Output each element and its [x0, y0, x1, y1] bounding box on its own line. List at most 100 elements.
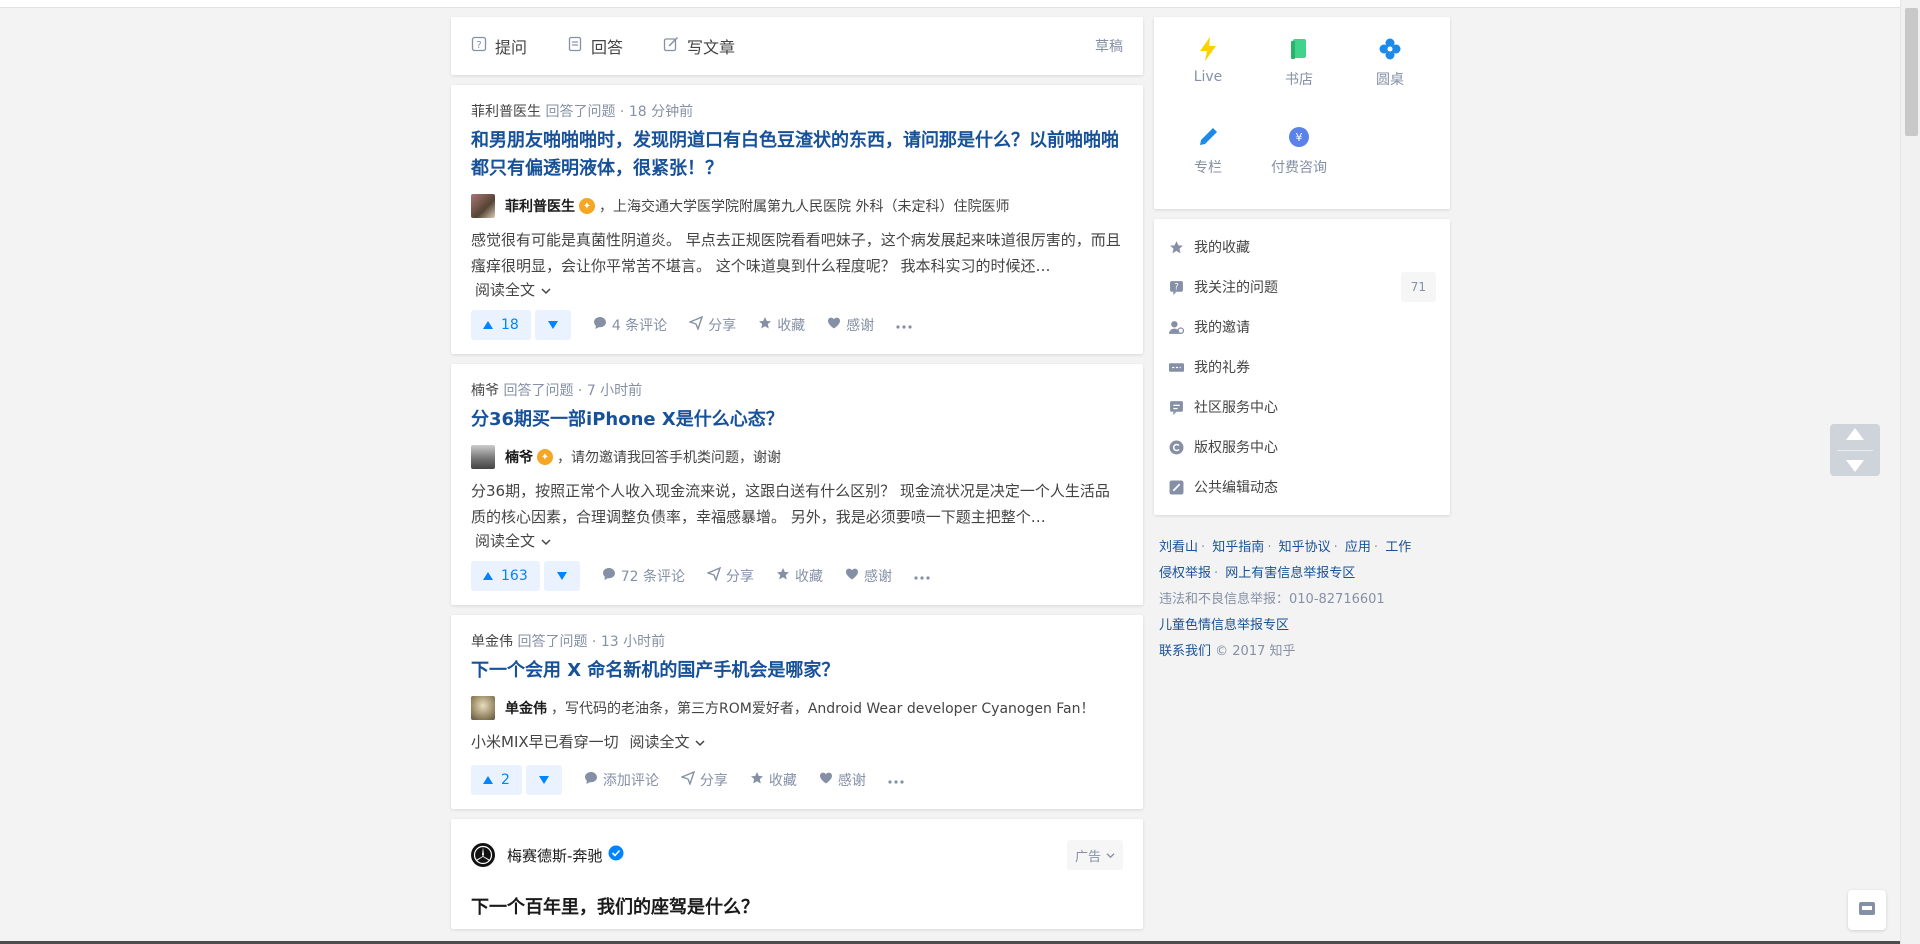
- more-button[interactable]: [896, 317, 917, 333]
- write-article-button[interactable]: 写文章: [663, 34, 735, 58]
- live-entry[interactable]: Live: [1163, 35, 1253, 85]
- feed-item: 菲利普医生 回答了问题 · 18 分钟前 和男朋友啪啪啪时，发现阴道口有白色豆渣…: [451, 85, 1143, 354]
- inbox-icon: [1858, 900, 1876, 920]
- author-name[interactable]: 单金伟: [505, 698, 547, 718]
- menu-item-followed-questions[interactable]: ? 我关注的问题 71: [1154, 267, 1450, 307]
- footer-link[interactable]: 知乎协议: [1279, 540, 1331, 555]
- ad-tag-dropdown[interactable]: 广告: [1066, 840, 1123, 870]
- upvote-button[interactable]: 2: [471, 765, 522, 795]
- feed-meta-user[interactable]: 菲利普医生: [471, 104, 541, 120]
- thanks-label: 感谢: [837, 773, 866, 789]
- comment-button[interactable]: 添加评论: [584, 770, 659, 790]
- share-label: 分享: [708, 318, 737, 334]
- menu-label: 我关注的问题: [1194, 280, 1278, 296]
- answer-excerpt[interactable]: 小米MIX早已看穿一切 阅读全文: [471, 729, 1123, 755]
- footer-link[interactable]: 工作: [1385, 540, 1411, 555]
- thanks-button[interactable]: 感谢: [819, 770, 866, 790]
- feed-meta-time: 18 分钟前: [628, 104, 694, 120]
- footer-link[interactable]: 联系我们: [1159, 644, 1211, 659]
- collect-button[interactable]: 收藏: [776, 566, 823, 586]
- more-button[interactable]: [888, 772, 909, 788]
- vertical-scrollbar[interactable]: [1900, 0, 1920, 944]
- feed-meta: 楠爷 回答了问题 · 7 小时前: [471, 383, 643, 399]
- answer-button[interactable]: 回答: [567, 34, 623, 58]
- ad-brand-name[interactable]: 梅赛德斯-奔驰: [507, 845, 602, 866]
- read-more-button[interactable]: 阅读全文: [471, 530, 551, 551]
- heart-icon: [827, 316, 846, 334]
- star-icon: [750, 771, 769, 789]
- bookstore-entry[interactable]: 书店: [1254, 35, 1344, 89]
- feed-meta-user[interactable]: 单金伟: [471, 634, 513, 650]
- drafts-link[interactable]: 草稿: [1095, 36, 1123, 56]
- ad-title[interactable]: 下一个百年里，我们的座驾是什么？: [451, 871, 1143, 919]
- menu-item-community-center[interactable]: 社区服务中心: [1154, 387, 1450, 427]
- comment-button[interactable]: 72 条评论: [602, 566, 685, 586]
- menu-label: 我的礼券: [1194, 360, 1250, 376]
- scroll-down-icon[interactable]: [1846, 457, 1864, 476]
- footer-link[interactable]: 侵权举报: [1159, 566, 1211, 581]
- menu-item-public-edits[interactable]: 公共编辑动态: [1154, 467, 1450, 507]
- ask-button[interactable]: ? 提问: [471, 34, 527, 58]
- footer-link[interactable]: 网上有害信息举报专区: [1225, 566, 1355, 581]
- more-icon: [896, 317, 917, 333]
- star-icon: [1168, 240, 1184, 255]
- avatar[interactable]: [471, 696, 495, 720]
- menu-label: 版权服务中心: [1194, 440, 1278, 456]
- share-button[interactable]: 分享: [679, 770, 728, 790]
- menu-label: 我的收藏: [1194, 240, 1250, 256]
- avatar[interactable]: [471, 445, 495, 469]
- author-name[interactable]: 楠爷: [505, 447, 533, 467]
- share-button[interactable]: 分享: [688, 315, 737, 335]
- more-icon: [914, 568, 935, 584]
- downvote-button[interactable]: [534, 310, 571, 340]
- footer-link[interactable]: 知乎指南: [1212, 540, 1264, 555]
- upvote-button[interactable]: 163: [471, 561, 540, 591]
- read-more-button[interactable]: 阅读全文: [471, 279, 551, 300]
- author-name[interactable]: 菲利普医生: [505, 196, 575, 216]
- more-button[interactable]: [914, 568, 935, 584]
- messages-button[interactable]: [1848, 890, 1886, 930]
- column-entry[interactable]: 专栏: [1163, 123, 1253, 177]
- comment-count: 4 条评论: [611, 318, 668, 334]
- share-button[interactable]: 分享: [706, 566, 754, 586]
- chevron-down-icon: [1106, 852, 1115, 859]
- paid-consult-entry[interactable]: ¥ 付费咨询: [1254, 123, 1344, 177]
- menu-item-coupons[interactable]: 我的礼券: [1154, 347, 1450, 387]
- answer-excerpt[interactable]: 分36期，按照正常个人收入现金流来说，这跟白送有什么区别？ 现金流状况是决定一个…: [471, 478, 1123, 530]
- thanks-button[interactable]: 感谢: [845, 566, 892, 586]
- roundtable-entry[interactable]: 圆桌: [1345, 35, 1435, 89]
- question-title[interactable]: 和男朋友啪啪啪时，发现阴道口有白色豆渣状的东西，请问那是什么？以前啪啪啪都只有偏…: [471, 127, 1123, 183]
- heart-icon: [819, 771, 838, 789]
- thanks-label: 感谢: [846, 318, 875, 334]
- triangle-down-icon: [556, 568, 567, 584]
- downvote-button[interactable]: [525, 765, 562, 795]
- question-title[interactable]: 分36期买一部iPhone X是什么心态？: [471, 406, 1123, 434]
- read-more-button[interactable]: 阅读全文: [623, 729, 705, 755]
- author-info: 楠爷 ✦ ，请勿邀请我回答手机类问题，谢谢: [471, 444, 1123, 470]
- menu-item-invitations[interactable]: 我的邀请: [1154, 307, 1450, 347]
- feature-grid: Live 书店 圆桌 专栏 ¥ 付费咨询: [1154, 17, 1450, 209]
- paid-consult-label: 付费咨询: [1271, 160, 1327, 176]
- footer-link[interactable]: 儿童色情信息举报专区: [1159, 613, 1445, 639]
- footer-link[interactable]: 刘看山: [1159, 540, 1198, 555]
- menu-item-copyright-center[interactable]: 版权服务中心: [1154, 427, 1450, 467]
- answer-excerpt[interactable]: 感觉很有可能是真菌性阴道炎。 早点去正规医院看看吧妹子，这个病发展起来味道很厉害…: [471, 227, 1123, 279]
- feed-meta-action: 回答了问题: [545, 104, 616, 120]
- ad-card[interactable]: 梅赛德斯-奔驰 广告 下一个百年里，我们的座驾是什么？: [451, 819, 1143, 929]
- upvote-button[interactable]: 18: [471, 310, 531, 340]
- question-icon: ?: [471, 36, 495, 56]
- collect-button[interactable]: 收藏: [758, 315, 805, 335]
- thanks-button[interactable]: 感谢: [827, 315, 874, 335]
- feed-meta-user[interactable]: 楠爷: [471, 383, 499, 399]
- downvote-button[interactable]: [543, 561, 580, 591]
- badge-icon: ✦: [579, 198, 595, 214]
- scrollbar-thumb[interactable]: [1905, 8, 1918, 136]
- collect-button[interactable]: 收藏: [750, 770, 797, 790]
- question-title[interactable]: 下一个会用 X 命名新机的国产手机会是哪家？: [471, 657, 1123, 685]
- avatar[interactable]: [471, 194, 495, 218]
- scroll-up-icon[interactable]: [1846, 425, 1864, 444]
- menu-item-collections[interactable]: 我的收藏: [1154, 227, 1450, 267]
- edit-icon: [663, 36, 687, 56]
- comment-button[interactable]: 4 条评论: [593, 315, 667, 335]
- footer-link[interactable]: 应用: [1345, 540, 1371, 555]
